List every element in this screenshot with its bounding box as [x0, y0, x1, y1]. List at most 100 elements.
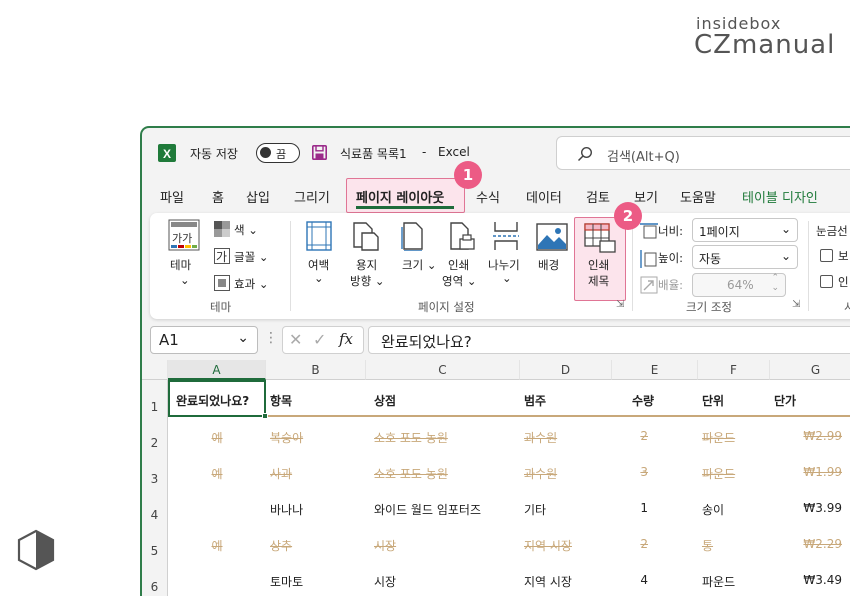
formula-input[interactable]: 완료되었나요? [368, 326, 850, 354]
table-cell[interactable]: 과수원 [524, 465, 557, 482]
gridlines-print-checkbox[interactable] [820, 275, 833, 288]
worksheet-grid[interactable]: A B C D E F G 1 2 3 4 5 6 완료되었나요? 항목 상점 … [142, 360, 850, 596]
height-dropdown[interactable]: 자동 ⌄ [692, 245, 798, 269]
table-cell[interactable]: 바나나 [270, 501, 303, 518]
column-header-c[interactable]: C [366, 360, 520, 380]
autosave-toggle[interactable]: 끔 [256, 143, 300, 163]
margins-icon[interactable] [306, 221, 332, 251]
background-label[interactable]: 배경 [538, 257, 559, 273]
size-button[interactable]: 크기 ⌄ [402, 257, 436, 273]
print-titles-icon[interactable] [584, 223, 616, 253]
breaks-dropdown-icon[interactable]: ⌄ [502, 271, 512, 285]
table-cell[interactable]: 지역 시장 [524, 537, 572, 554]
table-cell[interactable]: 시장 [374, 573, 396, 590]
column-header-a[interactable]: A [168, 360, 266, 380]
table-cell[interactable]: 4 [612, 573, 648, 587]
column-header-d[interactable]: D [520, 360, 612, 380]
column-header-f[interactable]: F [698, 360, 770, 380]
fonts-button[interactable]: 글꼴 ⌄ [234, 249, 268, 265]
table-cell[interactable]: 예 [168, 537, 266, 554]
table-cell[interactable]: 2 [612, 429, 648, 443]
table-cell[interactable]: ₩3.99 [770, 501, 842, 515]
print-area-label-1[interactable]: 인쇄 [448, 257, 469, 273]
table-cell[interactable]: 복숭아 [270, 429, 303, 446]
tab-help[interactable]: 도움말 [680, 187, 716, 206]
name-box[interactable]: A1 ⌄ [150, 326, 258, 354]
effects-button[interactable]: 효과 ⌄ [234, 276, 268, 292]
column-header-e[interactable]: E [612, 360, 698, 380]
orientation-label-1[interactable]: 용지 [356, 257, 377, 273]
size-icon[interactable] [400, 221, 426, 251]
print-area-label-2[interactable]: 영역 ⌄ [442, 273, 476, 289]
table-cell[interactable]: 과수원 [524, 429, 557, 446]
breaks-icon[interactable] [492, 221, 520, 251]
table-cell[interactable]: 파운드 [702, 465, 735, 482]
table-cell[interactable]: 송이 [702, 501, 724, 518]
table-cell[interactable]: 1 [612, 501, 648, 515]
tab-draw[interactable]: 그리기 [294, 187, 330, 206]
table-cell[interactable]: 2 [612, 537, 648, 551]
save-icon[interactable] [312, 145, 327, 160]
header-cell-item[interactable]: 항목 [270, 392, 292, 409]
header-cell-price[interactable]: 단가 [774, 392, 796, 409]
tab-table-design[interactable]: 테이블 디자인 [742, 187, 818, 206]
table-cell[interactable]: 3 [612, 465, 648, 479]
orientation-icon[interactable] [352, 221, 380, 251]
search-box[interactable]: 검색(Alt+Q) [556, 136, 850, 170]
tab-view[interactable]: 보기 [634, 187, 658, 206]
header-cell-quantity[interactable]: 수량 [632, 392, 654, 409]
table-cell[interactable]: 지역 시장 [524, 573, 572, 590]
tab-review[interactable]: 검토 [586, 187, 610, 206]
themes-icon[interactable]: 가가 [168, 219, 200, 251]
table-cell[interactable]: 예 [168, 465, 266, 482]
tab-formulas[interactable]: 수식 [476, 187, 500, 206]
row-header-6[interactable]: 6 [142, 561, 168, 596]
table-cell[interactable]: 시장 [374, 537, 396, 554]
header-cell-category[interactable]: 범주 [524, 392, 546, 409]
row-header-3[interactable]: 3 [142, 453, 168, 489]
table-cell[interactable]: 통 [702, 537, 713, 554]
table-cell[interactable]: 사과 [270, 465, 292, 482]
themes-button-label[interactable]: 테마 [170, 257, 191, 273]
print-area-icon[interactable] [448, 221, 476, 253]
header-cell-store[interactable]: 상점 [374, 392, 396, 409]
row-header-1[interactable]: 1 [142, 380, 168, 417]
table-cell[interactable]: ₩2.29 [770, 537, 842, 551]
tab-insert[interactable]: 삽입 [246, 187, 270, 206]
row-header-2[interactable]: 2 [142, 417, 168, 453]
themes-dropdown-icon[interactable]: ⌄ [180, 273, 190, 287]
row-header-4[interactable]: 4 [142, 489, 168, 525]
header-cell-unit[interactable]: 단위 [702, 392, 724, 409]
width-dropdown[interactable]: 1페이지 ⌄ [692, 218, 798, 242]
tab-page-layout[interactable]: 페이지 레이아웃 [356, 187, 444, 206]
table-cell[interactable]: 파운드 [702, 573, 735, 590]
colors-button[interactable]: 색 ⌄ [234, 222, 258, 238]
tab-home[interactable]: 홈 [212, 187, 224, 206]
select-all-corner[interactable] [142, 360, 168, 380]
table-cell[interactable]: 파운드 [702, 429, 735, 446]
scale-launcher-icon[interactable]: ⇲ [792, 299, 800, 310]
row-header-5[interactable]: 5 [142, 525, 168, 561]
cancel-icon[interactable]: ✕ [289, 330, 302, 349]
margins-dropdown-icon[interactable]: ⌄ [314, 271, 324, 285]
scale-spinner[interactable]: 64% ⌃ ⌄ [692, 273, 786, 297]
page-setup-launcher-icon[interactable]: ⇲ [616, 299, 624, 310]
table-cell[interactable]: ₩3.49 [770, 573, 842, 587]
print-titles-label-2[interactable]: 제목 [588, 273, 609, 289]
tab-data[interactable]: 데이터 [526, 187, 562, 206]
insert-function-button[interactable]: fx [339, 330, 353, 348]
table-cell[interactable]: 토마토 [270, 573, 303, 590]
fill-handle[interactable] [262, 413, 268, 419]
table-cell[interactable]: 예 [168, 429, 266, 446]
orientation-label-2[interactable]: 방향 ⌄ [350, 273, 384, 289]
table-cell[interactable]: ₩2.99 [770, 429, 842, 443]
table-cell[interactable]: ₩1.99 [770, 465, 842, 479]
enter-icon[interactable]: ✓ [313, 330, 326, 349]
column-header-g[interactable]: G [770, 360, 850, 380]
print-titles-label-1[interactable]: 인쇄 [588, 257, 609, 273]
tab-file[interactable]: 파일 [160, 187, 184, 206]
table-cell[interactable]: 와이드 월드 임포터즈 [374, 501, 481, 518]
active-cell-a1[interactable] [168, 380, 268, 419]
column-header-b[interactable]: B [266, 360, 366, 380]
background-icon[interactable] [536, 223, 568, 251]
